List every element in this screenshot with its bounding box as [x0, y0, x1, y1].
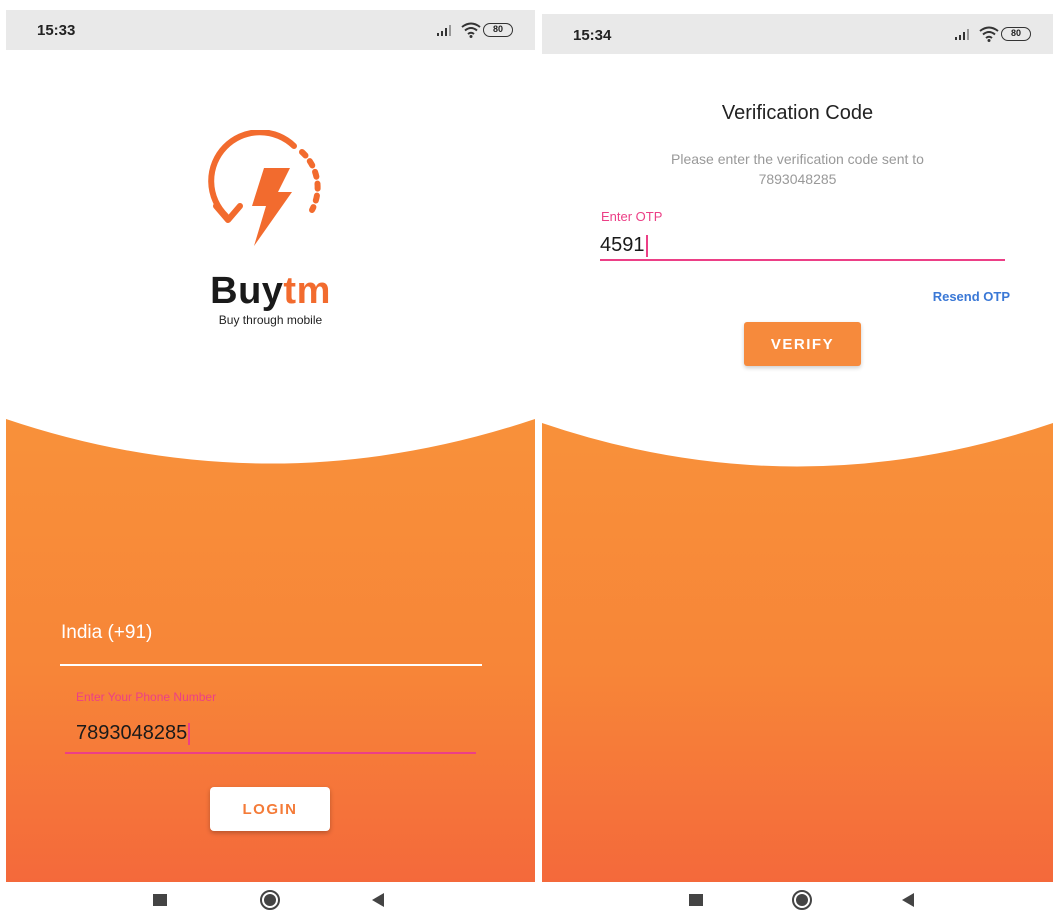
otp-underline — [600, 259, 1005, 261]
navigation-bar — [6, 882, 535, 918]
wifi-icon — [461, 22, 481, 38]
text-caret — [645, 234, 648, 257]
otp-field-label: Enter OTP — [601, 209, 663, 224]
curve-divider — [542, 420, 1053, 467]
nav-home-icon — [792, 890, 812, 910]
otp-input[interactable]: 4591 — [600, 234, 648, 257]
nav-home-icon — [260, 890, 280, 910]
curve-divider — [6, 418, 535, 464]
verify-screen: 15:34 80 Verification Code Please enter … — [542, 0, 1053, 918]
country-underline — [60, 664, 482, 666]
verification-instructions: Please enter the verification code sent … — [622, 149, 973, 189]
country-selector[interactable]: India (+91) — [61, 622, 152, 644]
instructions-line-1: Please enter the verification code sent … — [671, 151, 924, 167]
verify-button[interactable]: VERIFY — [744, 322, 861, 366]
nav-home-button[interactable] — [250, 882, 290, 918]
status-bar: 15:34 80 — [542, 14, 1053, 54]
page-title: Verification Code — [721, 102, 874, 124]
buytm-logo-icon — [208, 130, 321, 246]
nav-recents-icon — [153, 894, 167, 906]
tagline: Buy through mobile — [218, 313, 323, 327]
nav-back-icon — [372, 893, 384, 907]
status-bar: 15:33 80 — [6, 10, 535, 50]
login-button[interactable]: LOGIN — [210, 787, 330, 831]
phone-input-value: 7893048285 — [76, 722, 188, 744]
instructions-phone-number: 7893048285 — [758, 171, 837, 187]
phone-input[interactable]: 7893048285 — [76, 722, 191, 745]
otp-input-value: 4591 — [600, 234, 645, 256]
nav-recents-button[interactable] — [140, 882, 180, 918]
brand-wordmark: Buytm — [6, 270, 535, 313]
status-icons: 80 — [941, 24, 1031, 44]
nav-back-button[interactable] — [888, 882, 928, 918]
phone-underline — [65, 752, 476, 754]
nav-recents-icon — [689, 894, 703, 906]
phone-field-label: Enter Your Phone Number — [76, 690, 217, 704]
battery-icon: 80 — [1001, 27, 1031, 41]
battery-icon: 80 — [483, 23, 513, 37]
resend-otp-link[interactable]: Resend OTP — [933, 289, 1010, 304]
nav-home-button[interactable] — [782, 882, 822, 918]
status-icons: 80 — [423, 20, 513, 40]
nav-back-icon — [902, 893, 914, 907]
brand-part-buy: Buy — [210, 270, 284, 312]
login-screen: 15:33 80 Buytm Buy through mobile India … — [6, 0, 535, 918]
status-time: 15:34 — [573, 27, 612, 44]
text-caret — [188, 722, 191, 745]
orange-background — [542, 420, 1053, 882]
signal-icon — [437, 25, 451, 36]
wifi-icon — [979, 26, 999, 42]
nav-recents-button[interactable] — [676, 882, 716, 918]
status-time: 15:33 — [37, 22, 76, 39]
signal-icon — [955, 29, 969, 40]
navigation-bar — [542, 882, 1053, 918]
brand-part-tm: tm — [283, 270, 331, 312]
nav-back-button[interactable] — [358, 882, 398, 918]
